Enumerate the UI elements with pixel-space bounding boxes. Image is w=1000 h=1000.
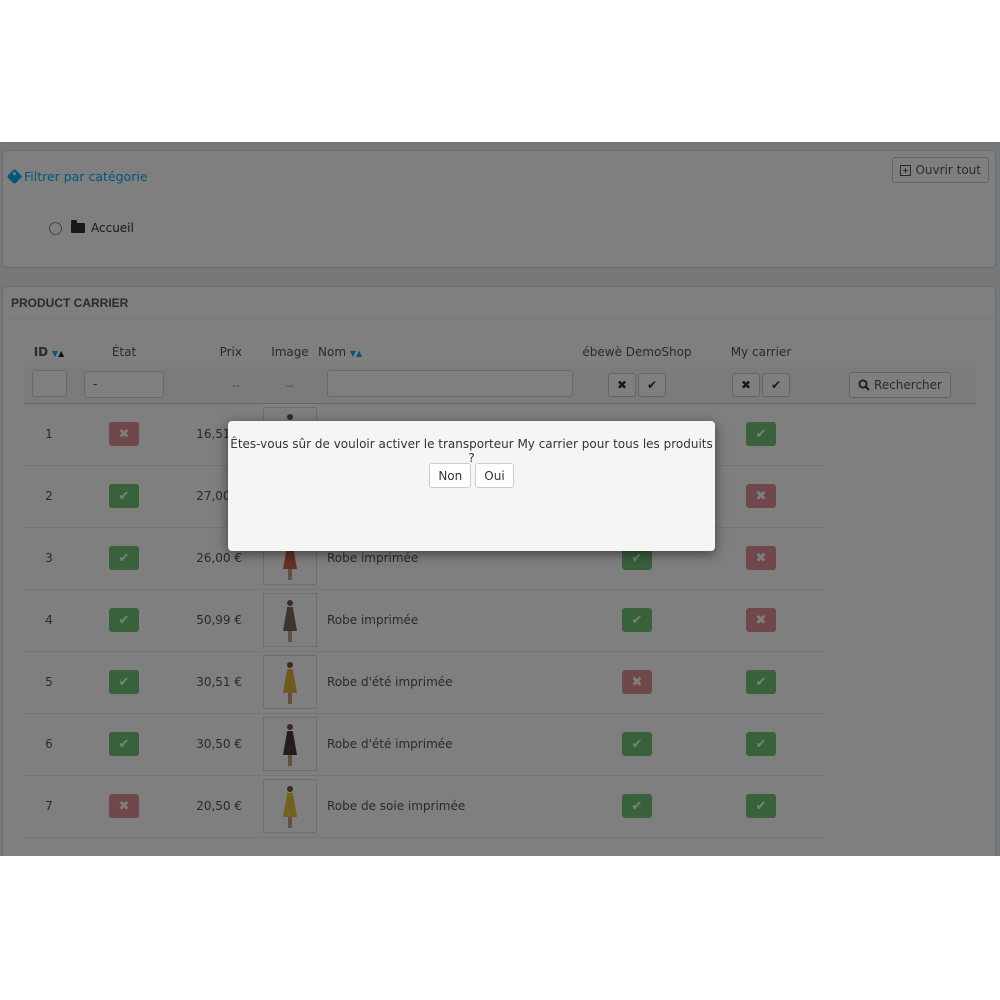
- no-button[interactable]: Non: [429, 463, 472, 488]
- yes-button[interactable]: Oui: [475, 463, 514, 488]
- confirm-dialog: Êtes-vous sûr de vouloir activer le tran…: [228, 421, 715, 551]
- confirm-message: Êtes-vous sûr de vouloir activer le tran…: [230, 437, 713, 465]
